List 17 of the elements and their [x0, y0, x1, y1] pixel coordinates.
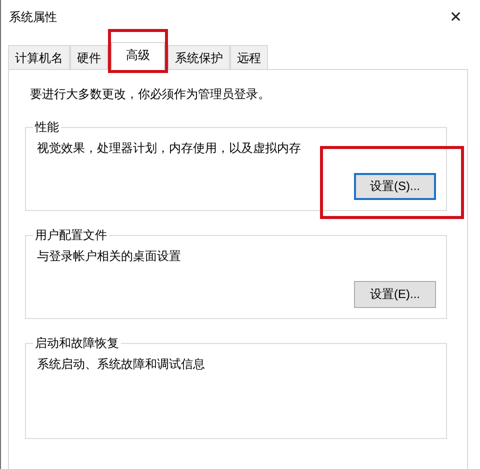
close-button[interactable]: ✕ — [436, 2, 476, 32]
group-title: 性能 — [34, 119, 60, 136]
tab[interactable]: 远程 — [230, 45, 268, 69]
settings-button[interactable]: 设置(E)... — [354, 281, 436, 308]
tab[interactable]: 计算机名 — [8, 45, 70, 69]
tab[interactable]: 系统保护 — [168, 45, 230, 69]
group-description: 视觉效果，处理器计划，内存使用，以及虚拟内存 — [37, 140, 302, 157]
admin-notice: 要进行大多数更改，你必须作为管理员登录。 — [29, 86, 271, 103]
group-title: 用户配置文件 — [34, 227, 108, 244]
group-title: 启动和故障恢复 — [34, 335, 120, 352]
highlight-frame — [108, 29, 168, 73]
tab[interactable]: 高级 — [111, 42, 165, 70]
group-description: 与登录帐户相关的桌面设置 — [37, 248, 182, 265]
group-description: 系统启动、系统故障和调试信息 — [37, 356, 206, 373]
settings-button[interactable]: 设置(S)... — [354, 173, 436, 200]
tab[interactable]: 硬件 — [70, 45, 108, 69]
window-title: 系统属性 — [9, 8, 57, 26]
